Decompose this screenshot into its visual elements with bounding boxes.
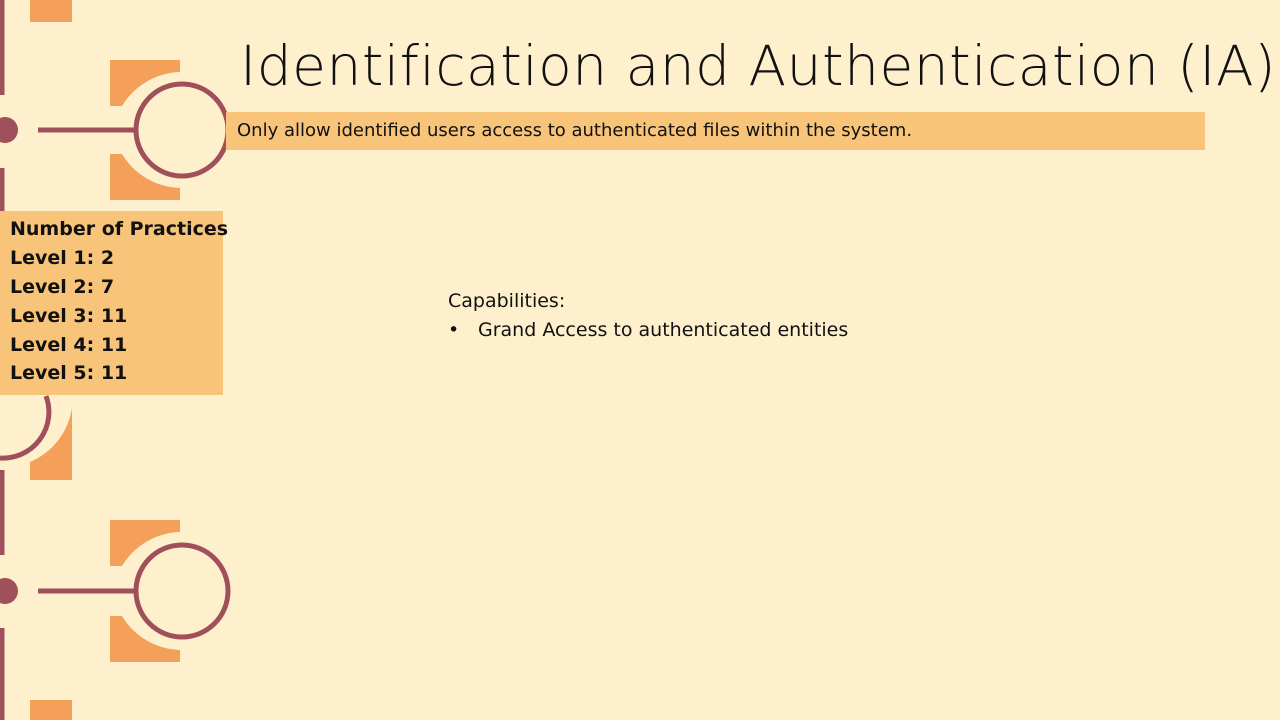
decor-dot xyxy=(0,117,18,143)
slide-title: Identification and Authentication (IA) xyxy=(240,34,1277,98)
decor-block xyxy=(30,700,72,720)
decor-block xyxy=(110,520,180,566)
capabilities-heading: Capabilities: xyxy=(448,290,566,312)
practices-level: Level 2: 7 xyxy=(10,276,115,298)
practices-level: Level 3: 11 xyxy=(10,305,128,327)
decor-arc xyxy=(0,395,52,461)
decor-block xyxy=(30,0,72,22)
subtitle-text: Only allow identified users access to au… xyxy=(237,120,913,141)
practices-level: Level 5: 11 xyxy=(10,362,128,384)
bullet-icon: • xyxy=(448,319,460,341)
practices-box: Number of Practices Level 1: 2 Level 2: … xyxy=(0,211,228,395)
decor-circle xyxy=(133,542,231,640)
practices-level: Level 4: 11 xyxy=(10,334,128,356)
practices-level: Level 1: 2 xyxy=(10,247,115,269)
subtitle-bar: Only allow identified users access to au… xyxy=(226,112,1205,150)
decor-circle xyxy=(133,81,231,179)
decor-dot xyxy=(0,578,18,604)
slide: Identification and Authentication (IA) O… xyxy=(0,0,1280,720)
capability-text: Grand Access to authenticated entities xyxy=(478,319,849,341)
practices-heading: Number of Practices xyxy=(10,218,229,240)
decor-block xyxy=(110,616,180,662)
